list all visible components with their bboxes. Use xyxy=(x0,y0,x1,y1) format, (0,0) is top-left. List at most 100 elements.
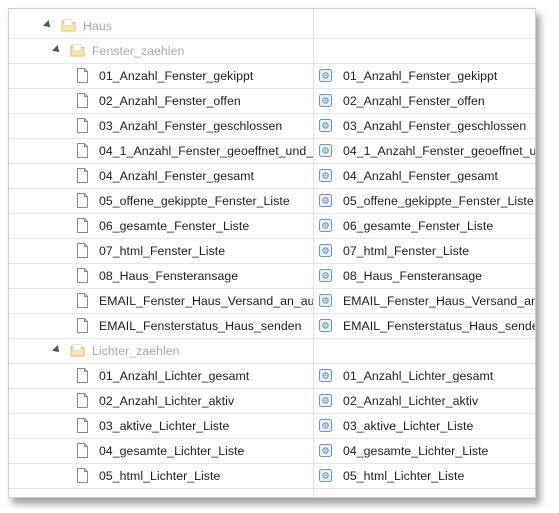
script-icon xyxy=(319,69,332,82)
expand-toggle-icon[interactable] xyxy=(52,345,62,355)
item-label: Haus xyxy=(83,19,112,33)
tree-row[interactable]: 05_html_Lichter_Liste 05_html_Lichter_Lis… xyxy=(9,464,535,489)
item-label: 01_Anzahl_Fenster_gekippt xyxy=(99,69,254,83)
item-label: Lichter_zaehlen xyxy=(92,344,180,358)
value-cell: 08_Haus_Fensteransage xyxy=(315,264,535,288)
tree-node-group[interactable]: Fenster_zaehlen xyxy=(9,39,535,64)
value-cell: 04_gesamte_Lichter_Liste xyxy=(315,439,535,463)
folder-icon xyxy=(61,18,76,33)
item-label: 04_gesamte_Lichter_Liste xyxy=(99,444,245,458)
name-cell: 07_html_Fenster_Liste xyxy=(9,239,313,263)
document-icon xyxy=(77,93,88,108)
document-icon xyxy=(77,268,88,283)
value-cell: 07_html_Fenster_Liste xyxy=(315,239,535,263)
script-icon xyxy=(319,394,332,407)
script-icon xyxy=(319,269,332,282)
name-cell: 03_Anzahl_Fenster_geschlossen xyxy=(9,114,313,138)
value-cell: 05_html_Lichter_Liste xyxy=(315,464,535,488)
tree-row[interactable]: 06_gesamte_Fenster_Liste 06_gesamte_Fenst… xyxy=(9,214,535,239)
item-value: 07_html_Fenster_Liste xyxy=(343,244,470,258)
item-value: EMAIL_Fenster_Haus_Versand_an_a xyxy=(343,294,535,308)
name-cell: 04_1_Anzahl_Fenster_geoeffnet_und_g xyxy=(9,139,313,163)
tree-row[interactable]: 05_offene_gekippte_Fenster_Liste 05_offen… xyxy=(9,189,535,214)
folder-icon xyxy=(70,343,85,358)
document-icon xyxy=(77,118,88,133)
item-value: 08_Haus_Fensteransage xyxy=(343,269,483,283)
document-icon xyxy=(77,368,88,383)
value-cell: 03_Anzahl_Fenster_geschlossen xyxy=(315,114,535,138)
value-cell: 05_offene_gekippte_Fenster_Liste xyxy=(315,189,535,213)
script-icon xyxy=(319,469,332,482)
script-icon xyxy=(319,419,332,432)
value-cell: 02_Anzahl_Fenster_offen xyxy=(315,89,535,113)
tree-row[interactable]: 07_html_Fenster_Liste 07_html_Fenster_Lis… xyxy=(9,239,535,264)
item-label: EMAIL_Fenster_Haus_Versand_an_aus xyxy=(99,294,313,308)
name-cell: 08_Haus_Fensteransage xyxy=(9,264,313,288)
item-label: 04_1_Anzahl_Fenster_geoeffnet_und_g xyxy=(99,144,313,158)
tree-row[interactable]: 04_gesamte_Lichter_Liste 04_gesamte_Licht… xyxy=(9,439,535,464)
tree-row[interactable]: 02_Anzahl_Lichter_aktiv 02_Anzahl_Lichter… xyxy=(9,389,535,414)
document-icon xyxy=(77,68,88,83)
script-icon xyxy=(319,119,332,132)
name-cell: 02_Anzahl_Lichter_aktiv xyxy=(9,389,313,413)
item-value: 04_gesamte_Lichter_Liste xyxy=(343,444,489,458)
script-icon xyxy=(319,244,332,257)
document-icon xyxy=(77,218,88,233)
item-label: 03_Anzahl_Fenster_geschlossen xyxy=(99,119,283,133)
tree-row[interactable]: 01_Anzahl_Fenster_gekippt 01_Anzahl_Fenst… xyxy=(9,64,535,89)
tree-row[interactable]: EMAIL_Fenster_Haus_Versand_an_aus EMAIL_F… xyxy=(9,289,535,314)
script-icon xyxy=(319,294,332,307)
tree-row[interactable]: 02_Anzahl_Fenster_offen 02_Anzahl_Fenster… xyxy=(9,89,535,114)
item-label: EMAIL_Fensterstatus_Haus_senden xyxy=(99,319,302,333)
tree-node-haus[interactable]: Haus xyxy=(9,14,535,39)
name-cell: 04_gesamte_Lichter_Liste xyxy=(9,439,313,463)
name-cell: Fenster_zaehlen xyxy=(9,39,313,63)
name-cell: EMAIL_Fensterstatus_Haus_senden xyxy=(9,314,313,338)
expand-toggle-icon[interactable] xyxy=(52,45,62,55)
item-value: 04_1_Anzahl_Fenster_geoeffnet_un xyxy=(343,144,535,158)
item-label: 06_gesamte_Fenster_Liste xyxy=(99,219,250,233)
name-cell: EMAIL_Fenster_Haus_Versand_an_aus xyxy=(9,289,313,313)
expand-toggle-icon[interactable] xyxy=(43,20,53,30)
document-icon xyxy=(77,443,88,458)
value-cell: EMAIL_Fenster_Haus_Versand_an_a xyxy=(315,289,535,313)
item-label: 04_Anzahl_Fenster_gesamt xyxy=(99,169,255,183)
script-icon xyxy=(319,319,332,332)
value-cell: 04_1_Anzahl_Fenster_geoeffnet_un xyxy=(315,139,535,163)
document-icon xyxy=(77,318,88,333)
item-value: 03_aktive_Lichter_Liste xyxy=(343,419,474,433)
document-icon xyxy=(77,243,88,258)
name-cell: Lichter_zaehlen xyxy=(9,339,313,363)
name-cell: 06_gesamte_Fenster_Liste xyxy=(9,214,313,238)
object-tree: Haus Fenster_zaehlen 01_Anzahl_Fenster_gek… xyxy=(9,9,535,497)
value-cell: 01_Anzahl_Lichter_gesamt xyxy=(315,364,535,388)
item-value: 05_offene_gekippte_Fenster_Liste xyxy=(343,194,534,208)
script-icon xyxy=(319,219,332,232)
script-icon xyxy=(319,369,332,382)
tree-node-group[interactable]: Lichter_zaehlen xyxy=(9,339,535,364)
tree-row[interactable]: 04_1_Anzahl_Fenster_geoeffnet_und_g 04_1_… xyxy=(9,139,535,164)
script-icon xyxy=(319,94,332,107)
item-value: 02_Anzahl_Fenster_offen xyxy=(343,94,485,108)
item-value: 01_Anzahl_Fenster_gekippt xyxy=(343,69,498,83)
folder-icon xyxy=(70,43,85,58)
tree-row[interactable]: 03_Anzahl_Fenster_geschlossen 03_Anzahl_F… xyxy=(9,114,535,139)
item-label: 07_html_Fenster_Liste xyxy=(99,244,226,258)
item-value: EMAIL_Fensterstatus_Haus_senden xyxy=(343,319,535,333)
document-icon xyxy=(77,293,88,308)
tree-row[interactable]: 04_Anzahl_Fenster_gesamt 04_Anzahl_Fenste… xyxy=(9,164,535,189)
tree-row[interactable]: 01_Anzahl_Lichter_gesamt 01_Anzahl_Lichte… xyxy=(9,364,535,389)
item-label: 08_Haus_Fensteransage xyxy=(99,269,239,283)
value-cell: 06_gesamte_Fenster_Liste xyxy=(315,214,535,238)
tree-row[interactable]: 08_Haus_Fensteransage 08_Haus_Fensteransa… xyxy=(9,264,535,289)
script-icon xyxy=(319,144,332,157)
item-label: 02_Anzahl_Fenster_offen xyxy=(99,94,241,108)
name-cell: 01_Anzahl_Fenster_gekippt xyxy=(9,64,313,88)
name-cell: 04_Anzahl_Fenster_gesamt xyxy=(9,164,313,188)
tree-row[interactable]: EMAIL_Fensterstatus_Haus_senden EMAIL_Fen… xyxy=(9,314,535,339)
script-icon xyxy=(319,194,332,207)
name-cell: 01_Anzahl_Lichter_gesamt xyxy=(9,364,313,388)
tree-row[interactable]: 03_aktive_Lichter_Liste 03_aktive_Lichter… xyxy=(9,414,535,439)
item-value: 03_Anzahl_Fenster_geschlossen xyxy=(343,119,527,133)
name-cell: 02_Anzahl_Fenster_offen xyxy=(9,89,313,113)
